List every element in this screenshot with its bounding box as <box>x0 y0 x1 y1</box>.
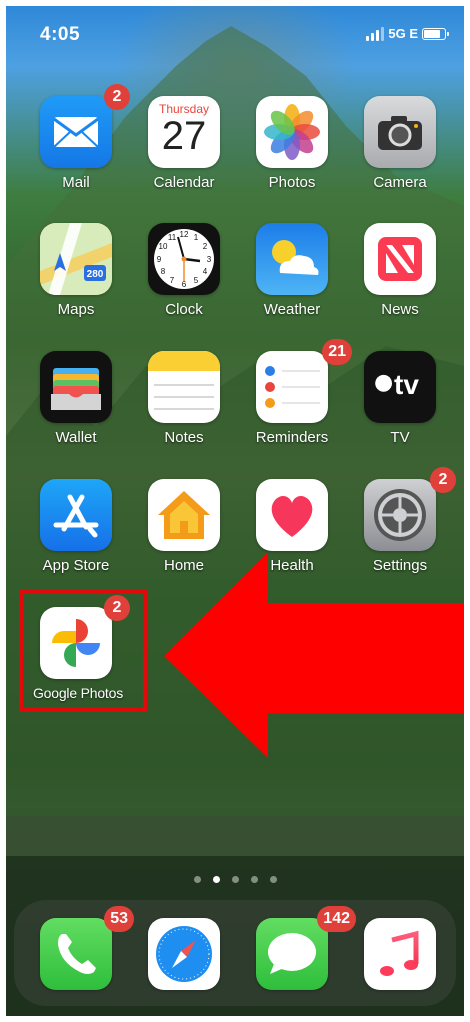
app-health[interactable]: Health <box>242 479 342 599</box>
reminders-badge: 21 <box>322 339 352 365</box>
page-dot <box>269 876 277 883</box>
dock-app-safari[interactable] <box>134 918 234 1016</box>
page-dot <box>193 876 201 883</box>
network-type: 5G E <box>388 26 418 41</box>
app-settings[interactable]: 2 Settings <box>350 467 456 599</box>
messages-icon <box>256 918 328 990</box>
health-icon <box>256 479 328 551</box>
settings-label: Settings <box>372 557 428 574</box>
weather-icon <box>256 223 328 295</box>
news-icon <box>364 223 436 295</box>
safari-icon <box>148 918 220 990</box>
calendar-label: Calendar <box>153 174 215 191</box>
app-photos[interactable]: Photos <box>242 96 342 216</box>
app-calendar[interactable]: Thursday 27 Calendar <box>134 96 234 216</box>
wallet-label: Wallet <box>55 429 97 446</box>
home-label: Home <box>163 557 204 574</box>
svg-text:9: 9 <box>157 255 162 264</box>
photos-label: Photos <box>268 174 316 191</box>
weather-label: Weather <box>263 301 321 318</box>
clock-label: Clock <box>165 301 203 318</box>
notes-label: Notes <box>164 429 204 446</box>
maps-route-number: 280 <box>87 269 104 280</box>
svg-text:4: 4 <box>203 267 208 276</box>
app-wallet[interactable]: Wallet <box>26 351 126 471</box>
app-tv[interactable]: ● tv TV <box>350 351 450 471</box>
tv-icon-text: tv <box>394 369 419 400</box>
calendar-icon: Thursday 27 <box>148 96 220 168</box>
clock-icon: 12 1 2 3 4 5 6 7 8 9 10 11 <box>148 223 220 295</box>
maps-icon: 280 <box>40 223 112 295</box>
app-weather[interactable]: Weather <box>242 223 342 343</box>
settings-icon <box>364 479 436 551</box>
app-app-store[interactable]: App Store <box>26 479 126 599</box>
mail-badge: 2 <box>104 84 130 110</box>
tv-icon: ● tv <box>364 351 436 423</box>
svg-text:12: 12 <box>180 230 189 239</box>
battery-icon <box>422 27 449 40</box>
wallet-icon <box>40 351 112 423</box>
health-label: Health <box>270 557 314 574</box>
notes-icon <box>148 351 220 423</box>
status-time: 4:05 <box>40 24 81 45</box>
reminders-icon <box>256 351 328 423</box>
dock-app-phone[interactable]: 53 <box>26 906 134 1016</box>
app-store-icon <box>40 479 112 551</box>
home-icon <box>148 479 220 551</box>
calendar-day: 27 <box>161 114 207 158</box>
home-screen: 4:05 5G E 2 Mail Thursday 27 Calendar Ph… <box>6 6 464 1016</box>
camera-label: Camera <box>373 174 427 191</box>
apple-logo-icon: ● <box>374 370 394 395</box>
mail-label: Mail <box>62 174 90 191</box>
photos-icon <box>256 96 328 168</box>
svg-text:11: 11 <box>168 233 177 242</box>
app-mail[interactable]: 2 Mail <box>26 84 130 216</box>
phone-icon <box>40 918 112 990</box>
camera-icon <box>364 96 436 168</box>
svg-text:1: 1 <box>194 233 199 242</box>
svg-text:7: 7 <box>170 276 175 285</box>
app-home[interactable]: Home <box>134 479 234 599</box>
news-label: News <box>381 301 419 318</box>
app-clock[interactable]: 12 1 2 3 4 5 6 7 8 9 10 11 Clock <box>134 223 234 343</box>
svg-text:5: 5 <box>194 276 199 285</box>
app-camera[interactable]: Camera <box>350 96 450 216</box>
app-reminders[interactable]: 21 Reminders <box>242 339 352 471</box>
dock-app-music[interactable] <box>350 918 450 1016</box>
svg-text:10: 10 <box>159 242 168 251</box>
app-news[interactable]: News <box>350 223 450 343</box>
page-dot-current <box>212 876 220 883</box>
reminders-label: Reminders <box>255 429 329 446</box>
app-notes[interactable]: Notes <box>134 351 234 471</box>
status-indicators: 5G E <box>366 26 449 41</box>
page-dot <box>231 876 239 883</box>
svg-text:2: 2 <box>203 242 208 251</box>
tv-label: TV <box>390 429 410 446</box>
maps-label: Maps <box>57 301 95 318</box>
svg-text:6: 6 <box>182 280 187 289</box>
mail-icon <box>40 96 112 168</box>
app-maps[interactable]: 280 Maps <box>26 223 126 343</box>
annotation-highlight-box <box>19 589 147 712</box>
dock-app-messages[interactable]: 142 <box>242 906 356 1016</box>
phone-badge: 53 <box>104 906 134 932</box>
status-bar: 4:05 5G E <box>6 6 464 60</box>
svg-text:8: 8 <box>161 267 166 276</box>
page-indicator[interactable] <box>6 876 464 886</box>
signal-icon <box>366 26 385 41</box>
app-store-label: App Store <box>42 557 110 574</box>
svg-text:3: 3 <box>207 255 212 264</box>
page-dot <box>250 876 258 883</box>
music-icon <box>364 918 436 990</box>
settings-badge: 2 <box>430 467 456 493</box>
